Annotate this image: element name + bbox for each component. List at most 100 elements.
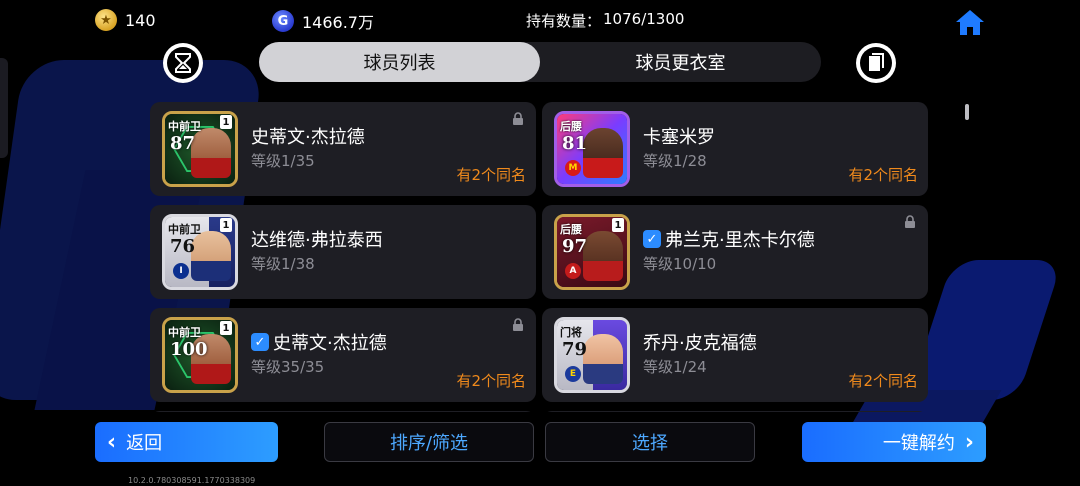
gp-icon: G [272,10,294,32]
tab-bar: 球员列表 球员更衣室 [259,42,821,82]
club-badge-icon: I [173,263,189,279]
gp-balance: G 1466.7万 [272,9,374,33]
status-bar: ★ 140 G 1466.7万 持有数量： 1076/1300 [0,0,1080,38]
player-name: 史蒂文·杰拉德 [251,123,365,149]
player-name: 卡塞米罗 [643,123,715,149]
player-level: 等级35/35 [251,358,325,376]
player-level: 等级1/38 [251,255,315,273]
club-badge-icon: E [565,366,581,382]
lock-icon [905,215,915,228]
chevron-left-icon: ‹ [107,429,117,455]
player-name: ✓ 史蒂文·杰拉德 [251,329,387,355]
tabs-row: 球员列表 球员更衣室 [0,42,1080,84]
player-rating: 100 [170,339,208,360]
lock-icon [513,112,523,125]
player-rating: 79 [562,339,588,360]
player-thumbnail: E 门将 79 [554,317,630,393]
player-name-text: 弗兰克·里杰卡尔德 [665,230,815,251]
document-button[interactable] [856,43,896,83]
player-level: 等级10/10 [643,255,717,273]
level-badge: 1 [220,115,232,129]
player-face [191,231,231,281]
checkmark-icon: ✓ [643,230,661,248]
duplicate-count: 有2个同名 [848,372,918,390]
duplicate-count: 有2个同名 [456,372,526,390]
player-position: 后腰 [560,223,582,236]
hourglass-button[interactable] [163,43,203,83]
chevron-right-icon: › [964,429,974,455]
tab-player-locker[interactable]: 球员更衣室 [540,42,821,82]
back-label: 返回 [126,433,163,454]
version-text: 10.2.0.780308591.1770338309 [128,476,256,485]
coin-icon: ★ [95,9,117,31]
player-grid: 中前卫 87 1 史蒂文·杰拉德 等级1/35 有2个同名 M 后腰 81 卡塞… [150,102,930,412]
player-thumbnail: M 后腰 81 [554,111,630,187]
lock-icon [513,318,523,331]
coin-value: 140 [125,10,156,30]
player-name-text: 史蒂文·杰拉德 [273,333,387,354]
back-button[interactable]: ‹ 返回 [95,422,278,462]
select-label: 选择 [632,433,668,454]
player-rating: 97 [562,236,588,257]
bg-shape [907,260,1063,400]
holdings-value: 1076/1300 [603,10,685,28]
player-card[interactable] [542,411,928,412]
level-badge: 1 [612,218,624,232]
player-name-text: 卡塞米罗 [643,127,715,148]
player-name: 乔丹·皮克福德 [643,329,757,355]
player-rating: 76 [170,236,196,257]
player-name-text: 乔丹·皮克福德 [643,333,757,354]
player-position: 中前卫 [168,223,201,236]
club-badge-icon: M [565,160,581,176]
player-card[interactable]: I 中前卫 76 1 达维德·弗拉泰西 等级1/38 [150,205,536,299]
scroll-indicator[interactable] [965,104,969,120]
player-card[interactable]: 中前卫 100 1 ✓ 史蒂文·杰拉德 等级35/35 有2个同名 [150,308,536,402]
holdings-label: 持有数量： [526,12,602,30]
player-card[interactable]: M 后腰 81 卡塞米罗 等级1/28 有2个同名 [542,102,928,196]
tab-player-list[interactable]: 球员列表 [259,42,540,82]
select-button[interactable]: 选择 [545,422,755,462]
release-all-button[interactable]: 一键解约 › [802,422,986,462]
player-level: 等级1/24 [643,358,707,376]
duplicate-count: 有2个同名 [456,166,526,184]
bottom-action-bar: ‹ 返回 排序/筛选 选择 一键解约 › [0,422,1080,464]
sort-filter-label: 排序/筛选 [389,433,469,454]
duplicate-count: 有2个同名 [848,166,918,184]
player-position: 门将 [560,326,582,339]
player-level: 等级1/28 [643,152,707,170]
release-all-label: 一键解约 [882,433,955,454]
level-badge: 1 [220,321,232,335]
player-name: ✓ 弗兰克·里杰卡尔德 [643,226,815,252]
player-thumbnail: 中前卫 100 1 [162,317,238,393]
player-rating: 87 [170,133,196,154]
document-icon [869,53,884,71]
player-face [583,231,623,281]
player-position: 后腰 [560,120,582,133]
home-icon[interactable] [954,8,986,36]
player-thumbnail: 中前卫 87 1 [162,111,238,187]
player-thumbnail: I 中前卫 76 1 [162,214,238,290]
player-name-text: 达维德·弗拉泰西 [251,230,383,251]
club-badge-icon: A [565,263,581,279]
player-position: 中前卫 [168,326,201,339]
player-card[interactable] [150,411,536,412]
player-name: 达维德·弗拉泰西 [251,226,383,252]
player-thumbnail: A 后腰 97 1 [554,214,630,290]
player-card[interactable]: A 后腰 97 1 ✓ 弗兰克·里杰卡尔德 等级10/10 [542,205,928,299]
player-level: 等级1/35 [251,152,315,170]
checkmark-icon: ✓ [251,333,269,351]
player-card[interactable]: 中前卫 87 1 史蒂文·杰拉德 等级1/35 有2个同名 [150,102,536,196]
player-position: 中前卫 [168,120,201,133]
hourglass-icon [175,53,191,73]
player-face [583,128,623,178]
gp-value: 1466.7万 [302,13,374,32]
player-name-text: 史蒂文·杰拉德 [251,127,365,148]
player-rating: 81 [562,133,588,154]
player-face [583,334,623,384]
coin-balance: ★ 140 [95,9,156,31]
player-card[interactable]: E 门将 79 乔丹·皮克福德 等级1/24 有2个同名 [542,308,928,402]
holdings-count: 持有数量： 1076/1300 [526,10,684,31]
player-face [191,128,231,178]
sort-filter-button[interactable]: 排序/筛选 [324,422,534,462]
level-badge: 1 [220,218,232,232]
